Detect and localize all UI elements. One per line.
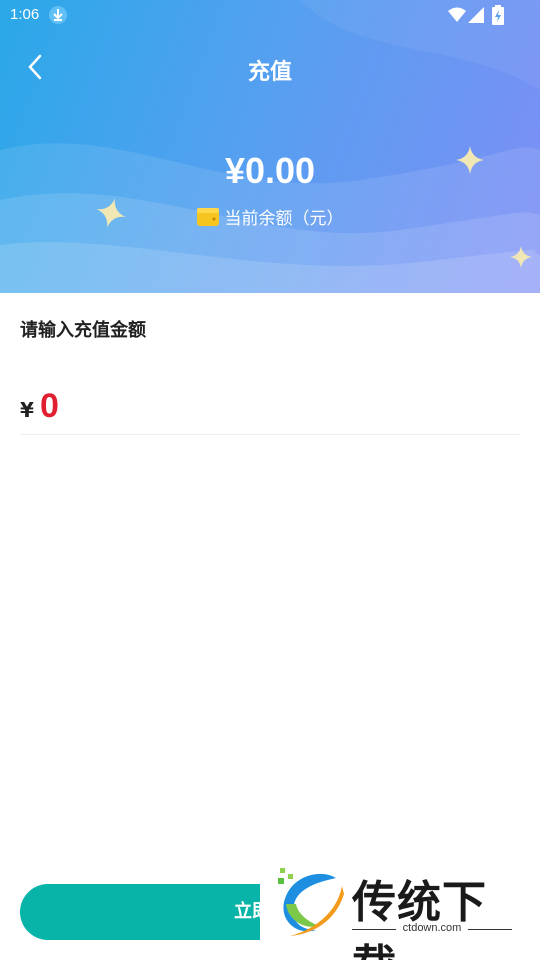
balance-label-row: 当前余额（元） <box>0 204 540 229</box>
battery-charging-icon <box>492 5 504 25</box>
watermark-url: ctdown.com <box>352 922 512 934</box>
watermark-brand: 传统下载 <box>352 877 487 960</box>
signal-icon <box>468 7 484 23</box>
sparkle-icon <box>510 246 532 268</box>
wifi-icon <box>448 7 466 22</box>
amount-section-title: 请输入充值金额 <box>20 320 146 341</box>
sparkle-icon <box>96 198 126 228</box>
page-title: 充值 <box>247 60 292 85</box>
status-bar: 1:06 <box>0 0 540 32</box>
currency-symbol: ¥ <box>20 398 34 422</box>
header-banner: 1:06 充值 ¥0.00 当前余额（元） <box>0 0 540 293</box>
amount-input[interactable] <box>40 386 510 426</box>
balance-label: 当前余额（元） <box>224 209 344 229</box>
sparkle-icon <box>456 146 484 174</box>
wallet-icon <box>196 208 219 226</box>
download-icon <box>49 6 67 24</box>
watermark: 传统下载 ctdown.com <box>260 860 530 960</box>
amount-input-row: ¥ <box>20 380 520 435</box>
status-time: 1:06 <box>10 6 40 23</box>
watermark-logo <box>278 868 344 936</box>
